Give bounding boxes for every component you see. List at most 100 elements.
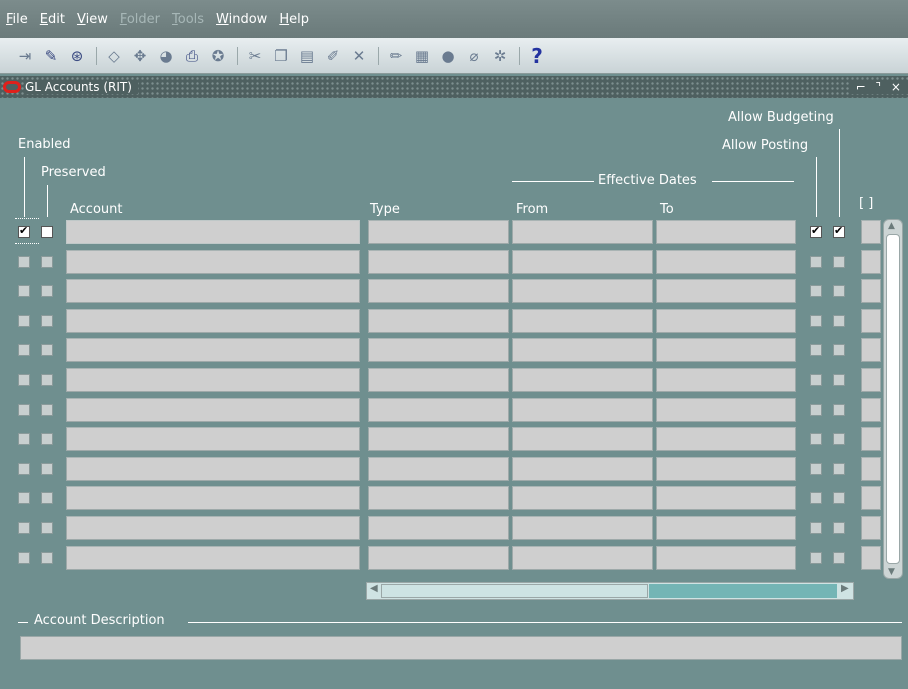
edit-field-icon[interactable]: ✏ (385, 45, 407, 67)
preserved-checkbox[interactable] (41, 344, 53, 357)
type-field[interactable] (368, 456, 509, 481)
to-date-field[interactable] (656, 545, 796, 570)
menu-edit[interactable]: Edit (40, 12, 65, 27)
zoom-icon[interactable]: ▦ (411, 45, 433, 67)
folder-field[interactable] (861, 338, 881, 363)
enabled-checkbox[interactable] (18, 462, 30, 475)
account-field[interactable] (66, 249, 360, 274)
folder-field[interactable] (861, 516, 881, 540)
preserved-checkbox[interactable] (41, 522, 53, 534)
navigator-icon[interactable]: ⊛ (66, 45, 88, 67)
preserved-checkbox[interactable] (41, 433, 53, 446)
scroll-right-icon[interactable]: ▶ (841, 583, 849, 594)
menu-view[interactable]: View (77, 12, 108, 27)
type-field[interactable] (368, 545, 509, 570)
folder-field[interactable] (861, 220, 881, 244)
from-date-field[interactable] (512, 545, 653, 570)
cut-icon[interactable]: ✂ (244, 45, 266, 67)
enabled-checkbox[interactable] (18, 285, 30, 298)
delete-record-icon[interactable]: ✕ (348, 45, 370, 67)
preserved-checkbox[interactable] (41, 255, 53, 268)
from-date-field[interactable] (512, 249, 653, 274)
allow-posting-checkbox[interactable] (810, 522, 822, 534)
translations-icon[interactable]: ● (437, 45, 459, 67)
type-field[interactable] (368, 249, 509, 274)
save-icon[interactable]: ◇ (103, 45, 125, 67)
enabled-checkbox[interactable] (18, 314, 30, 327)
allow-budgeting-checkbox[interactable] (833, 374, 845, 386)
account-field[interactable] (66, 308, 360, 333)
allow-posting-checkbox[interactable] (810, 462, 822, 475)
enabled-checkbox[interactable] (18, 224, 30, 238)
type-field[interactable] (368, 427, 509, 452)
from-date-field[interactable] (512, 516, 653, 540)
enabled-checkbox[interactable] (18, 374, 30, 386)
folder-field[interactable] (861, 456, 881, 481)
horizontal-scrollbar[interactable]: ◀ ▶ (366, 582, 854, 600)
folder-field[interactable] (861, 279, 881, 304)
menu-tools[interactable]: Tools (172, 12, 204, 27)
help-icon[interactable]: ? (526, 44, 548, 68)
folder-field[interactable] (861, 368, 881, 392)
to-date-field[interactable] (656, 427, 796, 452)
enabled-checkbox[interactable] (18, 255, 30, 268)
to-date-field[interactable] (656, 220, 796, 244)
from-date-field[interactable] (512, 456, 653, 481)
switch-responsibility-icon[interactable]: ◕ (155, 45, 177, 67)
enabled-checkbox[interactable] (18, 403, 30, 416)
to-date-field[interactable] (656, 308, 796, 333)
to-date-field[interactable] (656, 368, 796, 392)
account-description-field[interactable] (20, 636, 902, 660)
folder-tools-icon[interactable]: ✲ (489, 45, 511, 67)
vertical-scrollbar[interactable]: ▲ ▼ (883, 219, 903, 579)
from-date-field[interactable] (512, 486, 653, 511)
preserved-checkbox[interactable] (41, 492, 53, 505)
allow-budgeting-checkbox[interactable] (833, 551, 845, 564)
to-date-field[interactable] (656, 486, 796, 511)
folder-field[interactable] (861, 427, 881, 452)
from-date-field[interactable] (512, 279, 653, 304)
to-date-field[interactable] (656, 397, 796, 422)
to-date-field[interactable] (656, 338, 796, 363)
to-date-field[interactable] (656, 279, 796, 304)
preserved-checkbox[interactable] (41, 462, 53, 475)
type-field[interactable] (368, 368, 509, 392)
type-field[interactable] (368, 397, 509, 422)
account-field[interactable] (66, 338, 360, 363)
from-date-field[interactable] (512, 338, 653, 363)
preserved-checkbox[interactable] (41, 374, 53, 386)
to-date-field[interactable] (656, 456, 796, 481)
copy-icon[interactable]: ❐ (270, 45, 292, 67)
allow-budgeting-checkbox[interactable] (833, 255, 845, 268)
allow-posting-checkbox[interactable] (810, 374, 822, 386)
folder-field[interactable] (861, 486, 881, 511)
account-field[interactable] (66, 397, 360, 422)
new-record-icon[interactable]: ⇥ (14, 45, 36, 67)
find-icon[interactable]: ✎ (40, 45, 62, 67)
vertical-scroll-thumb[interactable] (886, 234, 900, 564)
account-field[interactable] (66, 486, 360, 511)
allow-budgeting-checkbox[interactable] (833, 314, 845, 327)
allow-posting-checkbox[interactable] (810, 255, 822, 268)
preserved-checkbox[interactable] (41, 226, 53, 238)
preserved-checkbox[interactable] (41, 403, 53, 416)
enabled-checkbox[interactable] (18, 433, 30, 446)
from-date-field[interactable] (512, 220, 653, 244)
account-field[interactable] (66, 368, 360, 392)
close-form-icon[interactable]: ✪ (207, 45, 229, 67)
print-icon[interactable]: ⎙ (181, 45, 203, 67)
allow-posting-checkbox[interactable] (810, 224, 822, 238)
folder-field[interactable] (861, 545, 881, 570)
allow-posting-checkbox[interactable] (810, 433, 822, 446)
from-date-field[interactable] (512, 308, 653, 333)
folder-field[interactable] (861, 308, 881, 333)
scroll-up-icon[interactable]: ▲ (888, 221, 895, 231)
next-step-icon[interactable]: ✥ (129, 45, 151, 67)
attachments-icon[interactable]: ⌀ (463, 45, 485, 67)
allow-budgeting-checkbox[interactable] (833, 403, 845, 416)
enabled-checkbox[interactable] (18, 522, 30, 534)
allow-budgeting-checkbox[interactable] (833, 492, 845, 505)
paste-icon[interactable]: ▤ (296, 45, 318, 67)
scroll-left-icon[interactable]: ◀ (370, 583, 378, 594)
from-date-field[interactable] (512, 427, 653, 452)
